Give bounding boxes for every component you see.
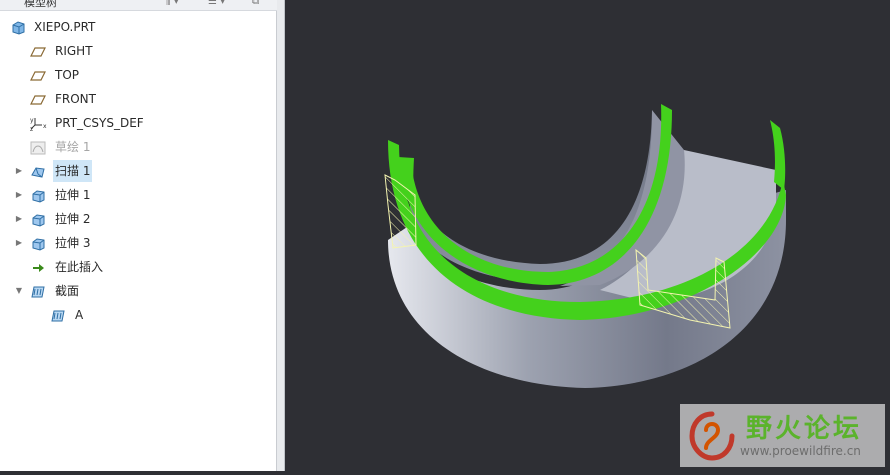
coordinate-system-icon: yzx	[30, 116, 47, 133]
model-view[interactable]	[285, 0, 890, 471]
tree-item-label: 在此插入	[55, 260, 104, 274]
tree-item-label: RIGHT	[55, 44, 93, 58]
tree-item[interactable]: ▶ 拉伸 2	[0, 208, 276, 230]
tree-item-label: TOP	[55, 68, 80, 82]
tree-item-label: A	[75, 308, 84, 322]
expand-arrow-icon[interactable]: ▶	[14, 184, 24, 206]
graphics-viewport[interactable]	[285, 0, 890, 471]
tree-item-label: PRT_CSYS_DEF	[55, 116, 144, 130]
tree-item[interactable]: ▶ 拉伸 1	[0, 184, 276, 206]
tree-item-label: XIEPO.PRT	[34, 20, 96, 34]
tree-item-label: 拉伸 3	[55, 236, 91, 250]
tree-item[interactable]: FRONT	[0, 88, 276, 110]
datum-plane-icon	[30, 68, 46, 82]
tree-settings-icon[interactable]: ⫼ ▾	[166, 0, 179, 8]
forum-watermark: 野火论坛 www.proewildfire.cn	[680, 404, 885, 467]
part-icon	[10, 20, 26, 35]
datum-plane-icon	[30, 92, 46, 106]
tree-item-label: FRONT	[55, 92, 96, 106]
tree-item-label: 扫描 1	[53, 160, 93, 182]
expand-arrow-icon[interactable]: ▶	[14, 160, 24, 182]
expand-arrow-icon[interactable]: ▶	[14, 208, 24, 230]
collapse-arrow-icon[interactable]: ▼	[14, 280, 24, 302]
expand-arrow-icon[interactable]: ▶	[14, 232, 24, 254]
extrude-icon	[30, 236, 46, 251]
tree-item[interactable]: XIEPO.PRT	[0, 16, 276, 38]
datum-plane-icon	[30, 44, 46, 58]
tree-item[interactable]: 草绘 1	[0, 136, 276, 158]
tree-item-label: 拉伸 1	[55, 188, 91, 202]
tree-item[interactable]: 在此插入	[0, 256, 276, 278]
section-icon	[50, 308, 66, 322]
tree-item[interactable]: A	[0, 304, 276, 326]
panel-splitter[interactable]	[277, 0, 285, 471]
svg-text:y: y	[30, 117, 34, 124]
watermark-url: www.proewildfire.cn	[740, 444, 861, 458]
tree-item[interactable]: RIGHT	[0, 40, 276, 62]
watermark-logo-icon	[689, 411, 735, 461]
watermark-title: 野火论坛	[746, 414, 863, 444]
model-tree-header: 模型树 ⫼ ▾ ☰ ▾ ⧉	[0, 0, 277, 11]
tree-item-label: 截面	[55, 284, 80, 298]
insert-here-arrow-icon	[30, 260, 46, 274]
sketch-icon	[30, 140, 46, 155]
tree-item[interactable]: ▼ 截面	[0, 280, 276, 302]
tree-item[interactable]: ▶ 扫描 1	[0, 160, 276, 182]
tree-item-label: 拉伸 2	[55, 212, 91, 226]
sweep-icon	[30, 164, 46, 178]
section-icon	[30, 284, 46, 298]
model-tree-title: 模型树	[24, 0, 57, 9]
tree-filter-icon[interactable]: ⧉	[252, 0, 259, 8]
extrude-icon	[30, 188, 46, 203]
extrude-icon	[30, 212, 46, 227]
svg-text:x: x	[43, 123, 47, 130]
model-tree-panel: 模型树 ⫼ ▾ ☰ ▾ ⧉ XIEPO.PRT RIGHT TOP FRONT y z x P…	[0, 0, 277, 471]
tree-item[interactable]: y z x PRT_CSYS_DEF	[0, 112, 276, 134]
tree-item[interactable]: ▶ 拉伸 3	[0, 232, 276, 254]
tree-columns-icon[interactable]: ☰ ▾	[208, 0, 225, 8]
tree-item[interactable]: TOP	[0, 64, 276, 86]
tree-item-label: 草绘 1	[55, 140, 91, 154]
